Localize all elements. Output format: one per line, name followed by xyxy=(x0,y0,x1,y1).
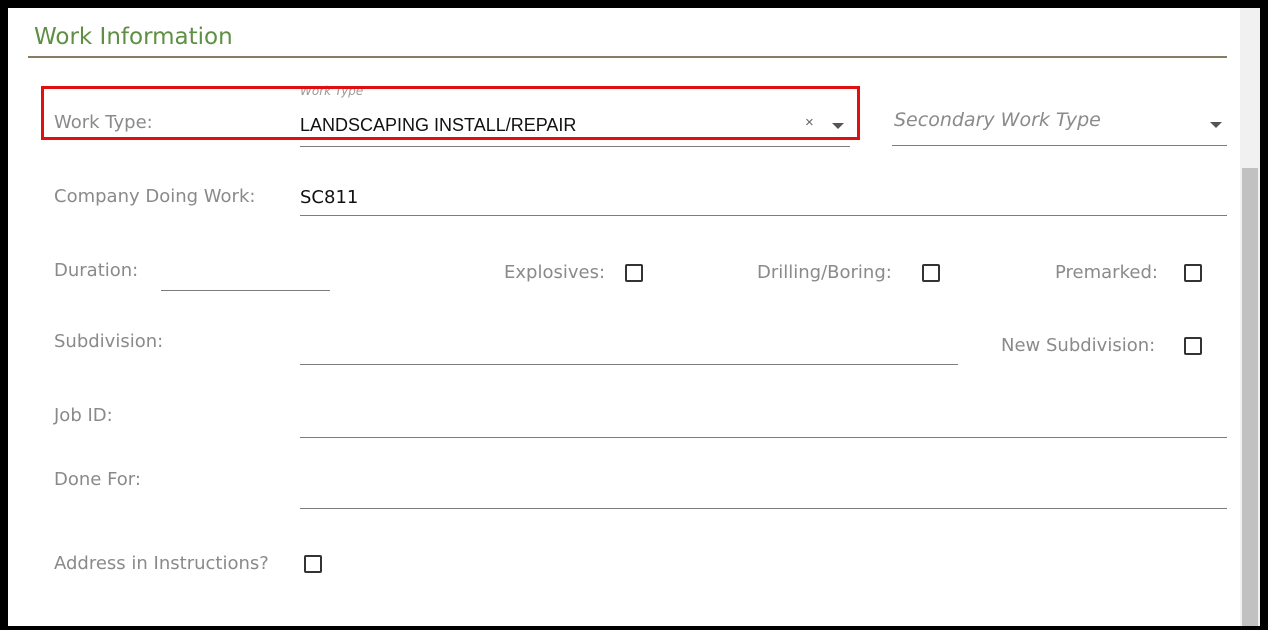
company-input[interactable]: SC811 xyxy=(300,187,358,208)
drilling-boring-label: Drilling/Boring: xyxy=(757,262,892,283)
duration-label: Duration: xyxy=(54,260,139,281)
job-id-input[interactable] xyxy=(300,437,1227,438)
subdivision-label: Subdivision: xyxy=(54,331,164,352)
secondary-work-type-select[interactable]: Secondary Work Type xyxy=(894,109,1101,131)
company-underline xyxy=(300,215,1227,216)
subdivision-input[interactable] xyxy=(300,364,958,365)
new-subdivision-label: New Subdivision: xyxy=(1001,335,1156,356)
section-divider xyxy=(28,56,1227,58)
scrollbar-thumb[interactable] xyxy=(1242,168,1258,626)
job-id-label: Job ID: xyxy=(54,405,113,426)
done-for-label: Done For: xyxy=(54,469,141,490)
new-subdivision-checkbox[interactable] xyxy=(1184,337,1202,355)
work-type-highlight-box xyxy=(41,86,860,140)
done-for-input[interactable] xyxy=(300,508,1227,509)
duration-input[interactable] xyxy=(161,290,330,291)
section-title: Work Information xyxy=(34,24,233,50)
drilling-boring-checkbox[interactable] xyxy=(922,264,940,282)
explosives-checkbox[interactable] xyxy=(625,264,643,282)
address-in-instructions-label: Address in Instructions? xyxy=(54,553,269,574)
work-type-select[interactable] xyxy=(300,146,850,147)
company-label: Company Doing Work: xyxy=(54,186,256,207)
address-in-instructions-checkbox[interactable] xyxy=(304,555,322,573)
work-information-panel: Work Information Work Type: Work Type LA… xyxy=(8,8,1260,626)
secondary-work-type-underline xyxy=(892,145,1227,146)
explosives-label: Explosives: xyxy=(504,262,606,283)
premarked-checkbox[interactable] xyxy=(1184,264,1202,282)
caret-down-icon[interactable] xyxy=(1210,122,1222,128)
premarked-label: Premarked: xyxy=(1055,262,1158,283)
